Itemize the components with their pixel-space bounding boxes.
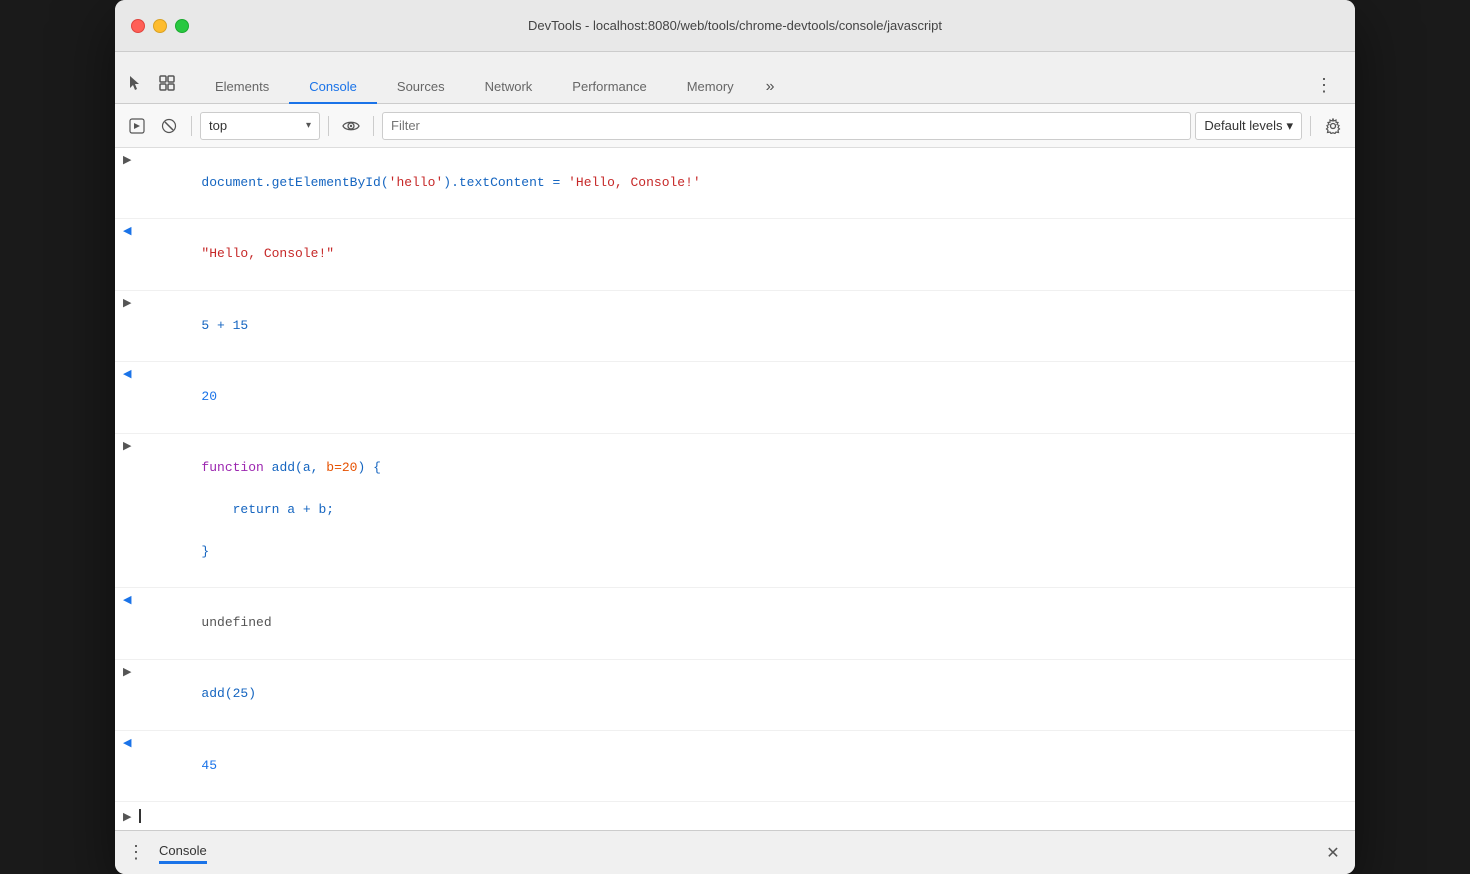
console-row: ◀ 45 (115, 731, 1355, 802)
filter-input[interactable] (382, 112, 1191, 140)
console-output: ▶ document.getElementById('hello').textC… (115, 148, 1355, 830)
output-arrow: ◀ (123, 735, 139, 754)
tab-network[interactable]: Network (465, 71, 553, 104)
close-button[interactable] (131, 19, 145, 33)
tab-console[interactable]: Console (289, 71, 377, 104)
console-row: ◀ 20 (115, 362, 1355, 433)
bottom-console-tab[interactable]: Console (159, 842, 207, 864)
maximize-button[interactable] (175, 19, 189, 33)
title-bar: DevTools - localhost:8080/web/tools/chro… (115, 0, 1355, 52)
console-row: ▶ document.getElementById('hello').textC… (115, 148, 1355, 219)
row-content: function add(a, b=20) { return a + b; } (139, 438, 1347, 584)
settings-button[interactable] (1319, 112, 1347, 140)
tab-performance[interactable]: Performance (552, 71, 666, 104)
inspect-icon[interactable] (155, 71, 179, 95)
toolbar-divider-2 (328, 116, 329, 136)
devtools-window: DevTools - localhost:8080/web/tools/chro… (115, 0, 1355, 874)
bottom-menu-button[interactable]: ⋮ (127, 842, 147, 863)
console-row: ◀ undefined (115, 588, 1355, 659)
minimize-button[interactable] (153, 19, 167, 33)
input-arrow: ▶ (123, 152, 139, 171)
output-arrow: ◀ (123, 366, 139, 385)
toolbar-divider-3 (373, 116, 374, 136)
clear-button[interactable] (155, 112, 183, 140)
input-arrow: ▶ (123, 295, 139, 314)
input-arrow: ▶ (123, 438, 139, 457)
tab-icons (123, 71, 179, 103)
bottom-console-label: Console (159, 843, 207, 858)
console-row: ▶ add(25) (115, 660, 1355, 731)
eye-button[interactable] (337, 112, 365, 140)
row-content: document.getElementById('hello').textCon… (139, 152, 1347, 214)
tabs-bar: Elements Console Sources Network Perform… (115, 52, 1355, 104)
row-content: 45 (139, 735, 1347, 797)
tab-sources[interactable]: Sources (377, 71, 465, 104)
input-arrow: ▶ (123, 809, 139, 824)
row-content: add(25) (139, 664, 1347, 726)
bottom-tab-indicator (159, 861, 207, 864)
bottom-bar: ⋮ Console ✕ (115, 830, 1355, 874)
cursor (139, 809, 141, 823)
tab-memory[interactable]: Memory (667, 71, 754, 104)
console-row: ▶ function add(a, b=20) { return a + b; … (115, 434, 1355, 589)
close-panel-button[interactable]: ✕ (1323, 843, 1343, 863)
window-title: DevTools - localhost:8080/web/tools/chro… (528, 18, 942, 33)
more-tabs-button[interactable]: » (754, 70, 787, 104)
console-row: ▶ 5 + 15 (115, 291, 1355, 362)
row-content: undefined (139, 592, 1347, 654)
cursor-icon[interactable] (123, 71, 147, 95)
console-toolbar: top ▾ Default levels ▾ (115, 104, 1355, 148)
output-arrow: ◀ (123, 223, 139, 242)
context-arrow: ▾ (306, 120, 311, 131)
row-content: 20 (139, 366, 1347, 428)
output-arrow: ◀ (123, 592, 139, 611)
toolbar-divider (191, 116, 192, 136)
row-content: 5 + 15 (139, 295, 1347, 357)
row-content: "Hello, Console!" (139, 223, 1347, 285)
default-levels-button[interactable]: Default levels ▾ (1195, 112, 1302, 140)
toolbar-divider-4 (1310, 116, 1311, 136)
input-arrow: ▶ (123, 664, 139, 683)
context-selector[interactable]: top ▾ (200, 112, 320, 140)
console-input-row[interactable]: ▶ (115, 802, 1355, 830)
devtools-menu-button[interactable]: ⋮ (1303, 67, 1347, 104)
execute-button[interactable] (123, 112, 151, 140)
traffic-lights (131, 19, 189, 33)
tab-elements[interactable]: Elements (195, 71, 289, 104)
console-row: ◀ "Hello, Console!" (115, 219, 1355, 290)
